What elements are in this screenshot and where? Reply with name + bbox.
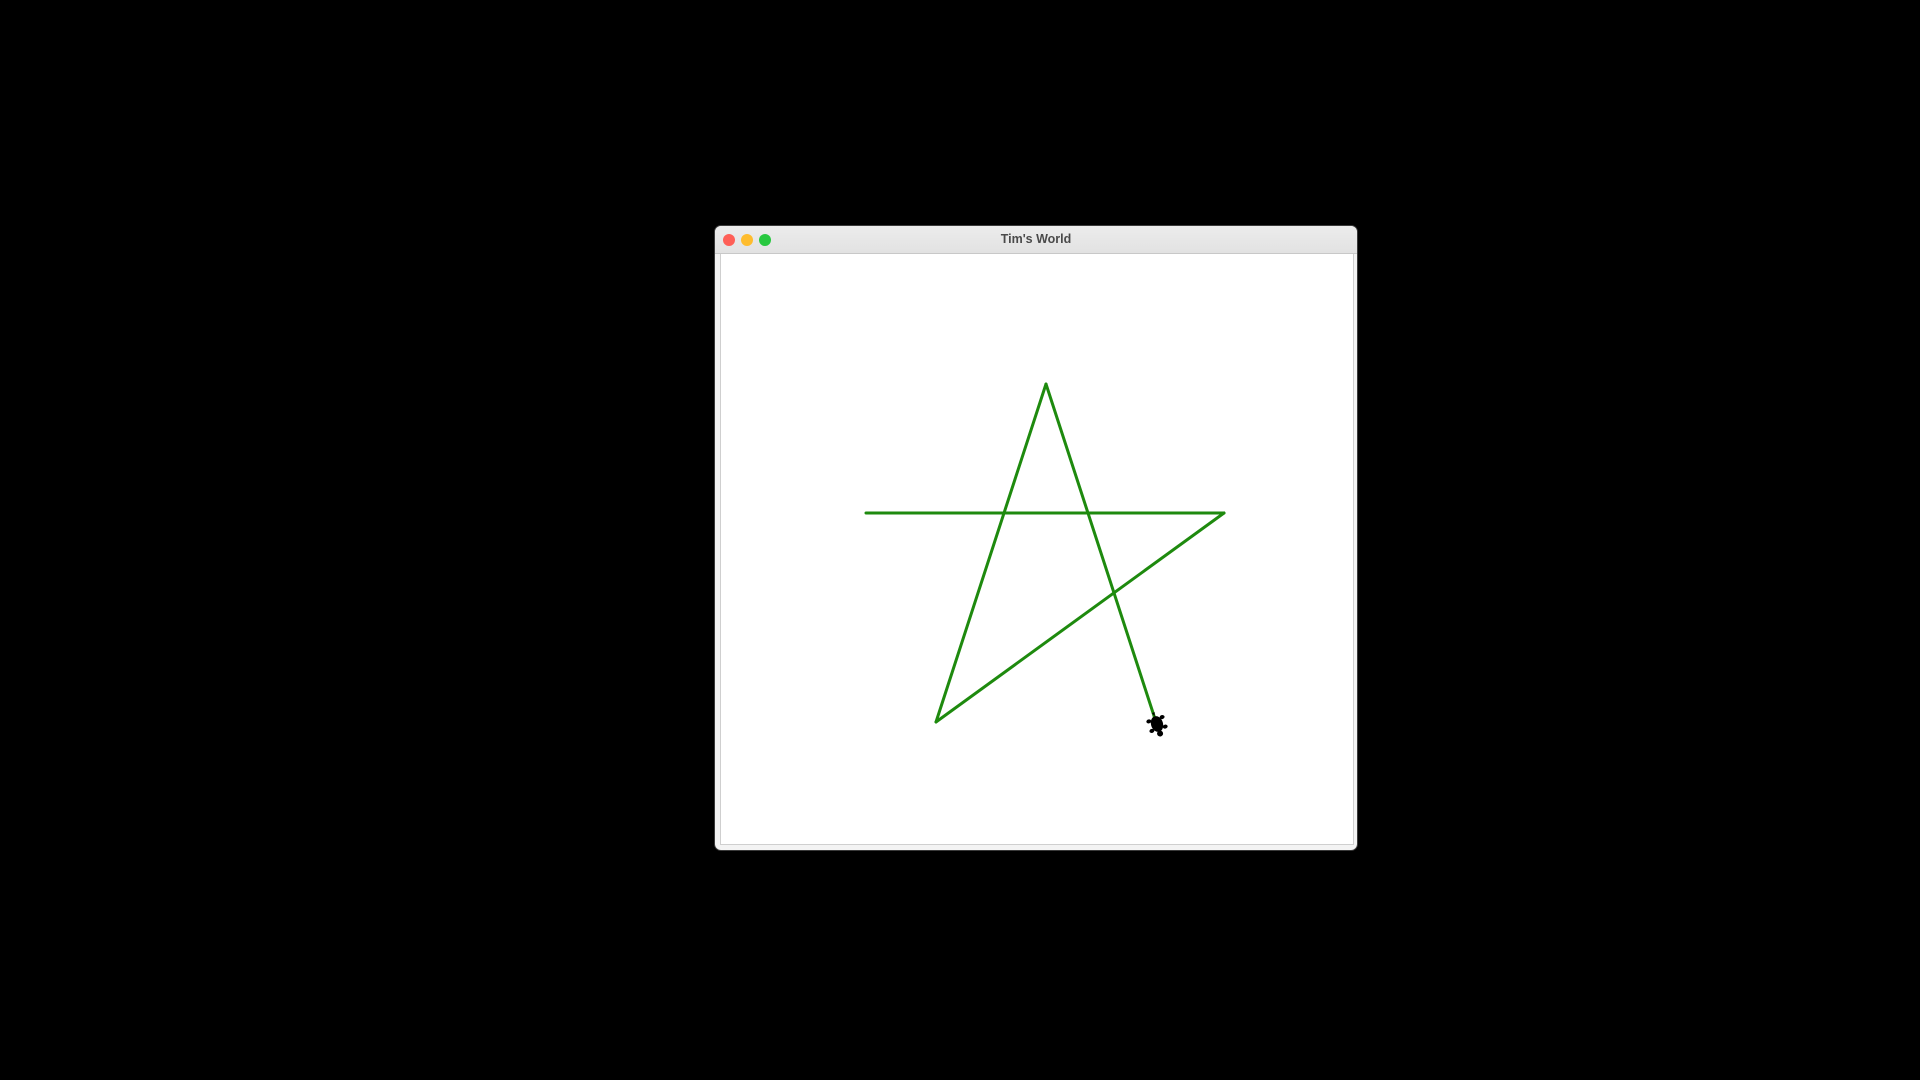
turtle-icon xyxy=(1146,712,1168,737)
star-stroke-4 xyxy=(1044,382,1158,724)
window-title: Tim's World xyxy=(1000,232,1072,246)
drawing-surface xyxy=(864,382,1226,737)
title-bar[interactable]: Tim's World xyxy=(715,226,1357,254)
turtle-canvas[interactable] xyxy=(720,254,1354,845)
star-stroke-3 xyxy=(934,382,1048,724)
star-stroke-2 xyxy=(934,511,1226,724)
turtle-window: Tim's World xyxy=(715,226,1357,850)
